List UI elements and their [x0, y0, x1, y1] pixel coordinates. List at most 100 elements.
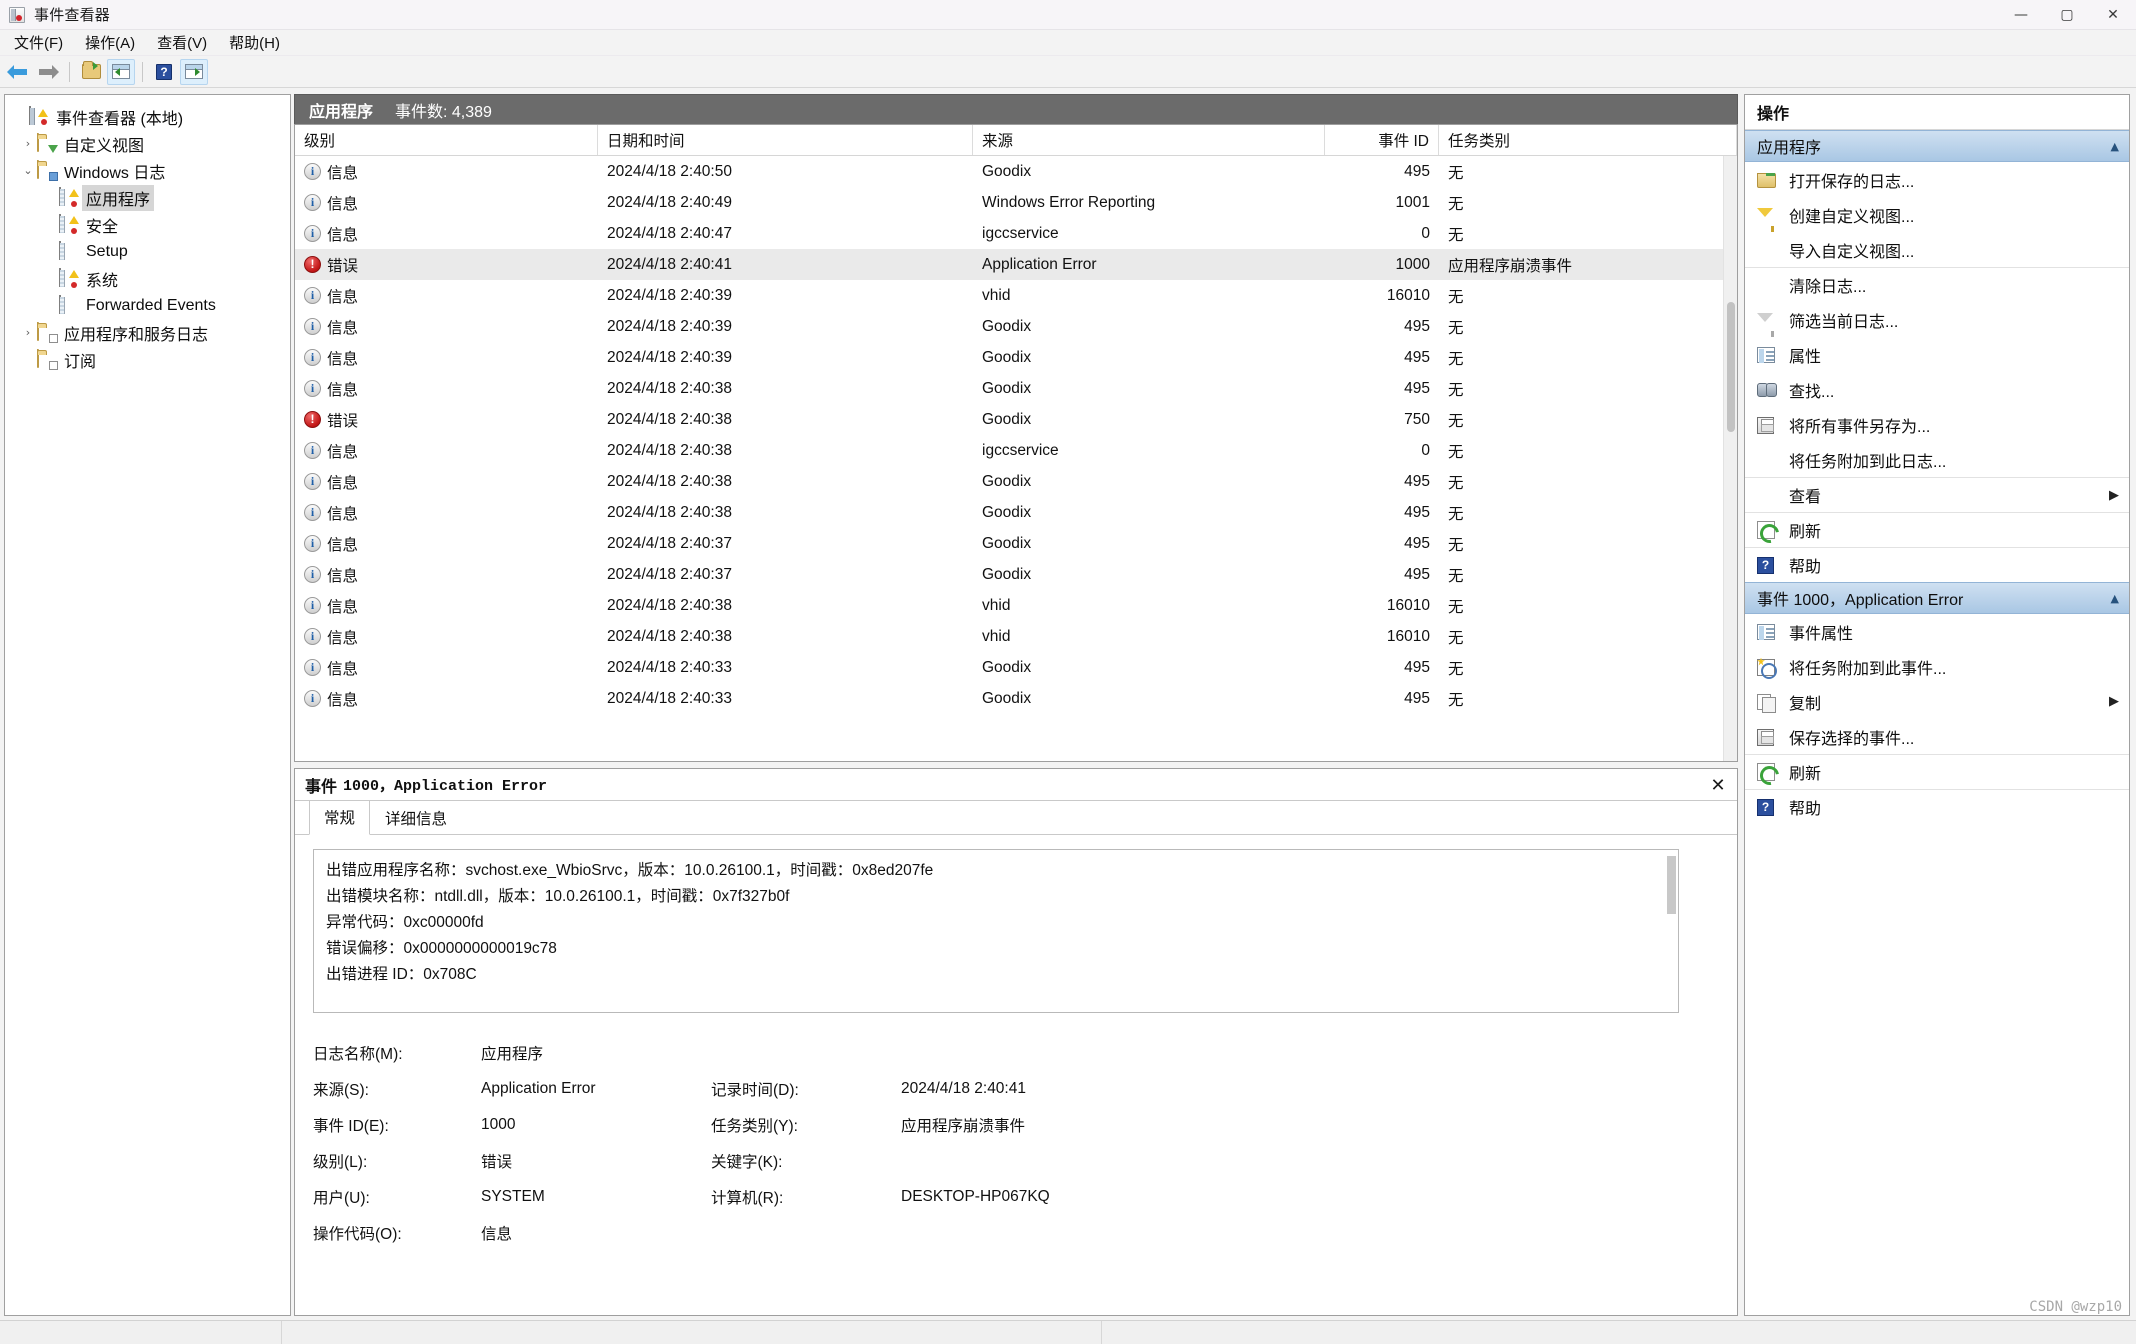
event-row[interactable]: 信息 2024/4/18 2:40:50 Goodix 495 无 [295, 156, 1737, 187]
show-action-pane-button[interactable] [180, 58, 208, 85]
action-item-label: 属性 [1789, 348, 1822, 366]
message-scrollbar[interactable] [1667, 852, 1676, 1010]
column-header-level[interactable]: 级别 [295, 125, 598, 155]
action-item[interactable]: 将任务附加到此事件... [1745, 649, 2129, 684]
twisty-custom-views[interactable]: › [19, 137, 37, 150]
action-item[interactable]: 属性 [1745, 337, 2129, 372]
twisty-apps-services[interactable]: › [19, 326, 37, 339]
show-console-tree-button[interactable] [107, 58, 135, 85]
event-row-task-category: 无 [1448, 536, 1464, 554]
event-row-event-id: 1001 [1395, 193, 1430, 211]
forward-button[interactable] [34, 59, 62, 85]
action-item[interactable]: 刷新 [1745, 754, 2129, 789]
back-button[interactable] [4, 59, 32, 85]
actions-group-event[interactable]: 事件 1000，Application Error ▲ [1745, 582, 2129, 614]
event-row[interactable]: 信息 2024/4/18 2:40:47 igccservice 0无 [295, 218, 1737, 249]
column-header-source[interactable]: 来源 [973, 125, 1325, 155]
event-row[interactable]: 信息 2024/4/18 2:40:39 Goodix 495 无 [295, 311, 1737, 342]
action-item[interactable]: ? 帮助 [1745, 547, 2129, 582]
tree-item-system[interactable]: 系统 [5, 265, 290, 292]
event-row[interactable]: 信息 2024/4/18 2:40:37 Goodix 495 无 [295, 559, 1737, 590]
action-item[interactable]: 查找... [1745, 372, 2129, 407]
event-row[interactable]: 信息 2024/4/18 2:40:33 Goodix 495 无 [295, 683, 1737, 714]
tree-item-application[interactable]: 应用程序 [5, 184, 290, 211]
event-row-source: Goodix [982, 162, 1032, 180]
chevron-up-icon[interactable]: ▲ [2111, 592, 2119, 605]
chevron-up-icon[interactable]: ▲ [2111, 140, 2119, 153]
event-row[interactable]: 信息 2024/4/18 2:40:38 igccservice 0无 [295, 435, 1737, 466]
action-item[interactable]: ? 帮助 [1745, 789, 2129, 824]
details-close-icon[interactable]: ✕ [1707, 774, 1729, 796]
event-list-scrollbar[interactable] [1723, 156, 1737, 761]
twisty-windows-logs[interactable]: ⌄ [19, 164, 37, 177]
menu-file[interactable]: 文件(F) [4, 30, 73, 55]
menu-action[interactable]: 操作(A) [75, 30, 145, 55]
event-row[interactable]: 信息 2024/4/18 2:40:49 Windows Error Reporti… [295, 187, 1737, 218]
action-item[interactable]: 清除日志... [1745, 267, 2129, 302]
event-row-source: Goodix [982, 472, 1032, 490]
tree-item-security[interactable]: 安全 [5, 211, 290, 238]
event-row[interactable]: 信息 2024/4/18 2:40:38 vhid 16010 无 [295, 590, 1737, 621]
event-row-event-id: 1000 [1395, 255, 1430, 273]
tree-item-custom-views[interactable]: › 自定义视图 [5, 130, 290, 157]
event-row[interactable]: 信息 2024/4/18 2:40:39 vhid 16010 无 [295, 280, 1737, 311]
event-row[interactable]: 信息 2024/4/18 2:40:38 Goodix 495 无 [295, 373, 1737, 404]
information-icon [304, 566, 321, 583]
tree-item-label: 订阅 [64, 353, 97, 371]
details-body: 出错应用程序名称：svchost.exe_WbioSrvc，版本：10.0.26… [295, 835, 1737, 1315]
event-row-level: 信息 [295, 688, 598, 710]
submenu-arrow-icon[interactable]: ▶ [2109, 694, 2119, 709]
tree-item-label: Forwarded Events [86, 296, 216, 314]
event-row-event-id: 0 [1421, 441, 1430, 459]
tree-item-subscriptions[interactable]: 订阅 [5, 346, 290, 373]
event-list-scroll-thumb[interactable] [1727, 302, 1735, 432]
action-item[interactable]: 筛选当前日志... [1745, 302, 2129, 337]
toolbar-separator-2 [142, 61, 143, 82]
action-item[interactable]: 将任务附加到此日志... [1745, 442, 2129, 477]
column-header-event-id[interactable]: 事件 ID [1325, 125, 1439, 155]
error-icon [304, 411, 321, 428]
event-row[interactable]: 信息 2024/4/18 2:40:39 Goodix 495 无 [295, 342, 1737, 373]
action-item[interactable]: 保存选择的事件... [1745, 719, 2129, 754]
actions-group-application[interactable]: 应用程序 ▲ [1745, 130, 2129, 162]
action-item[interactable]: 查看 ▶ [1745, 477, 2129, 512]
actions-group-application-items: 打开保存的日志... 创建自定义视图... 导入自定义视图... 清除日志... 筛选当… [1745, 162, 2129, 582]
help-button[interactable]: ? [150, 59, 178, 85]
information-icon [304, 287, 321, 304]
event-row-task-category: 无 [1448, 195, 1464, 213]
event-row[interactable]: 信息 2024/4/18 2:40:37 Goodix 495 无 [295, 528, 1737, 559]
action-item[interactable]: 事件属性 [1745, 614, 2129, 649]
minimize-button[interactable]: — [1998, 0, 2044, 30]
maximize-button[interactable]: ▢ [2044, 0, 2090, 30]
menu-view[interactable]: 查看(V) [147, 30, 217, 55]
event-row[interactable]: 信息 2024/4/18 2:40:38 Goodix 495 无 [295, 466, 1737, 497]
tree-item-event-viewer-root[interactable]: 事件查看器 (本地) [5, 103, 290, 130]
message-scroll-thumb[interactable] [1667, 856, 1676, 914]
tree-item-forwarded-events[interactable]: Forwarded Events [5, 292, 290, 319]
tree-item-setup[interactable]: Setup [5, 238, 290, 265]
action-item[interactable]: 刷新 [1745, 512, 2129, 547]
submenu-arrow-icon[interactable]: ▶ [2109, 488, 2119, 503]
menu-help[interactable]: 帮助(H) [219, 30, 290, 55]
tree-item-label: 安全 [86, 218, 119, 236]
tab-details[interactable]: 详细信息 [370, 801, 462, 835]
action-item[interactable]: 创建自定义视图... [1745, 197, 2129, 232]
tab-general[interactable]: 常规 [309, 800, 371, 835]
event-row[interactable]: 错误 2024/4/18 2:40:41 Application Error 1000… [295, 249, 1737, 280]
tree-item-apps-and-services-logs[interactable]: › 应用程序和服务日志 [5, 319, 290, 346]
event-row[interactable]: 信息 2024/4/18 2:40:33 Goodix 495 无 [295, 652, 1737, 683]
event-row[interactable]: 信息 2024/4/18 2:40:38 Goodix 495 无 [295, 497, 1737, 528]
event-row[interactable]: 错误 2024/4/18 2:40:38 Goodix 750 无 [295, 404, 1737, 435]
action-item[interactable]: 将所有事件另存为... [1745, 407, 2129, 442]
event-row-event-id: 16010 [1386, 596, 1430, 614]
action-item[interactable]: 复制 ▶ [1745, 684, 2129, 719]
tree-item-windows-logs[interactable]: ⌄ Windows 日志 [5, 157, 290, 184]
column-header-datetime[interactable]: 日期和时间 [598, 125, 973, 155]
action-item[interactable]: 打开保存的日志... [1745, 162, 2129, 197]
action-item[interactable]: 导入自定义视图... [1745, 232, 2129, 267]
column-header-task-category[interactable]: 任务类别 [1439, 125, 1737, 155]
action-item-label: 将任务附加到此日志... [1789, 453, 1947, 471]
event-row[interactable]: 信息 2024/4/18 2:40:38 vhid 16010 无 [295, 621, 1737, 652]
close-button[interactable]: ✕ [2090, 0, 2136, 30]
open-folder-button[interactable] [77, 59, 105, 85]
